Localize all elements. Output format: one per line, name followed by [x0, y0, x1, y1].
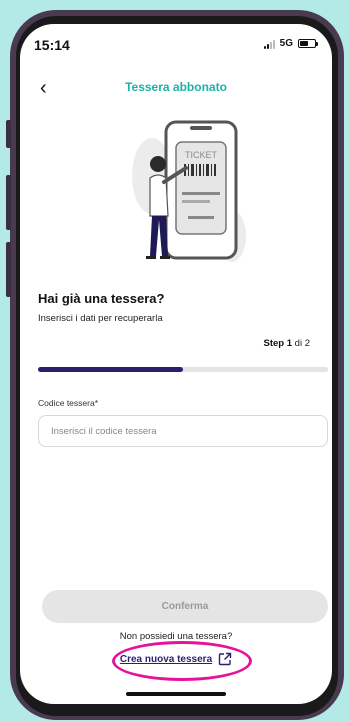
ticket-text: TICKET — [185, 150, 218, 160]
mute-switch — [6, 120, 11, 148]
step-total: di 2 — [292, 338, 310, 349]
status-icons: 5G — [263, 38, 318, 49]
battery-icon — [298, 39, 318, 48]
step-indicator: Step 1 di 2 — [264, 338, 310, 349]
status-time: 15:14 — [34, 37, 70, 53]
signal-icon — [263, 39, 275, 49]
volume-up-button — [6, 175, 11, 230]
barcode-icon — [184, 164, 216, 176]
nav-header: ‹ Tessera abbonato — [20, 74, 332, 104]
card-code-input[interactable] — [38, 415, 328, 447]
create-card-row: Crea nuova tessera — [20, 652, 332, 666]
status-bar: 15:14 5G — [20, 24, 332, 68]
progress-fill — [38, 367, 183, 372]
volume-down-button — [6, 242, 11, 297]
ticket-phone-illustration: TICKET — [132, 120, 246, 262]
step-current: Step 1 — [263, 338, 293, 349]
home-indicator — [126, 692, 226, 696]
external-link-icon[interactable] — [218, 652, 232, 666]
create-card-link[interactable]: Crea nuova tessera — [120, 654, 212, 665]
heading: Hai già una tessera? — [38, 291, 165, 306]
card-code-label: Codice tessera* — [38, 398, 99, 408]
page-title: Tessera abbonato — [125, 80, 227, 94]
confirm-button[interactable]: Conferma — [42, 590, 328, 623]
network-type: 5G — [279, 38, 293, 49]
subtitle: Inserisci i dati per recuperarla — [38, 313, 163, 324]
progress-bar — [38, 367, 328, 372]
no-card-text: Non possiedi una tessera? — [119, 631, 233, 642]
app-screen: 15:14 5G ‹ Tessera abbonato TICKET Hai g… — [20, 24, 332, 704]
